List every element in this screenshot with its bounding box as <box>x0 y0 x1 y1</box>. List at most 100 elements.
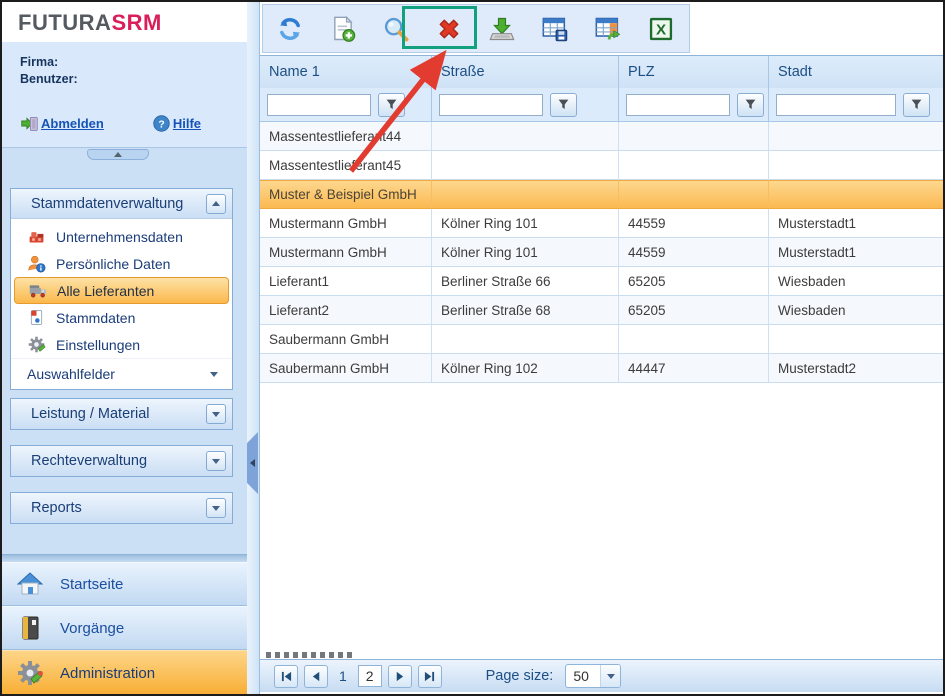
panel-header-stammdatenverwaltung[interactable]: Stammdatenverwaltung <box>11 189 232 219</box>
nav-item-administration[interactable]: Administration <box>2 650 247 696</box>
cell-stadt[interactable]: Wiesbaden <box>769 267 945 296</box>
cell-strasse[interactable] <box>432 180 619 209</box>
cell-plz[interactable]: 44447 <box>619 354 769 383</box>
cell-name1[interactable]: Saubermann GmbH <box>260 354 432 383</box>
sidebar-item-persoenliche-daten[interactable]: Persönliche Daten <box>11 250 232 277</box>
help-link-label[interactable]: Hilfe <box>173 116 201 131</box>
cell-strasse[interactable]: Kölner Ring 101 <box>432 209 619 238</box>
cell-name1[interactable]: Lieferant1 <box>260 267 432 296</box>
logout-link-label[interactable]: Abmelden <box>41 116 104 131</box>
excel-export-button[interactable]: X <box>642 9 680 49</box>
filter-button-stadt[interactable] <box>903 93 930 117</box>
sidebar-item-stammdaten[interactable]: Stammdaten <box>11 304 232 331</box>
cell-plz[interactable] <box>619 151 769 180</box>
refresh-button[interactable] <box>271 9 309 49</box>
cell-strasse[interactable] <box>432 325 619 354</box>
cell-stadt[interactable]: Musterstadt1 <box>769 238 945 267</box>
filter-input-name1[interactable] <box>267 94 371 116</box>
filter-input-strasse[interactable] <box>439 94 543 116</box>
table-row[interactable]: Massentestlieferant45 <box>260 151 945 180</box>
panel-collapse-button[interactable] <box>206 194 226 214</box>
cell-strasse[interactable] <box>432 151 619 180</box>
page-size-dropdown[interactable]: 50 <box>565 664 621 688</box>
cell-name1[interactable]: Mustermann GmbH <box>260 238 432 267</box>
cell-plz[interactable]: 65205 <box>619 296 769 325</box>
cell-strasse[interactable] <box>432 122 619 151</box>
cell-plz[interactable] <box>619 122 769 151</box>
cell-strasse[interactable]: Berliner Straße 68 <box>432 296 619 325</box>
grid-header-row: Name 1 Straße PLZ Stadt <box>260 55 945 88</box>
cell-stadt[interactable] <box>769 151 945 180</box>
cell-plz[interactable] <box>619 325 769 354</box>
last-page-button[interactable] <box>418 665 442 688</box>
filter-cell-plz <box>619 88 769 121</box>
cell-strasse[interactable]: Berliner Straße 66 <box>432 267 619 296</box>
grid-export-button[interactable] <box>589 9 627 49</box>
logout-link[interactable]: Abmelden <box>20 114 104 133</box>
cell-plz[interactable]: 65205 <box>619 267 769 296</box>
cell-stadt[interactable] <box>769 180 945 209</box>
splitter-collapse-handle[interactable] <box>247 432 258 494</box>
filter-input-plz[interactable] <box>626 94 730 116</box>
sidebar-item-einstellungen[interactable]: Einstellungen <box>11 331 232 358</box>
filter-input-stadt[interactable] <box>776 94 896 116</box>
cell-plz[interactable] <box>619 180 769 209</box>
cell-name1[interactable]: Muster & Beispiel GmbH <box>260 180 432 209</box>
new-document-button[interactable] <box>324 9 362 49</box>
grid-save-button[interactable] <box>536 9 574 49</box>
table-row[interactable]: Massentestlieferant44 <box>260 122 945 151</box>
panel-expand-button[interactable] <box>206 451 226 471</box>
cell-stadt[interactable] <box>769 122 945 151</box>
column-header-name1[interactable]: Name 1 <box>260 56 432 88</box>
cell-name1[interactable]: Massentestlieferant44 <box>260 122 432 151</box>
cell-stadt[interactable]: Wiesbaden <box>769 296 945 325</box>
nav-item-startseite[interactable]: Startseite <box>2 562 247 606</box>
sidebar-item-auswahlfelder[interactable]: Auswahlfelder <box>11 358 232 389</box>
sidebar-item-unternehmensdaten[interactable]: Unternehmensdaten <box>11 223 232 250</box>
cell-name1[interactable]: Mustermann GmbH <box>260 209 432 238</box>
search-icon <box>382 15 410 43</box>
cell-stadt[interactable]: Musterstadt1 <box>769 209 945 238</box>
panel-header-rechteverwaltung[interactable]: Rechteverwaltung <box>11 446 232 476</box>
table-row[interactable]: Saubermann GmbH <box>260 325 945 354</box>
sidebar-collapse-tab[interactable] <box>87 149 149 160</box>
cell-strasse[interactable]: Kölner Ring 102 <box>432 354 619 383</box>
help-link[interactable]: ? Hilfe <box>152 114 201 133</box>
column-header-stadt[interactable]: Stadt <box>769 56 945 88</box>
table-row[interactable]: Mustermann GmbH Kölner Ring 101 44559 Mu… <box>260 238 945 267</box>
table-row[interactable]: Saubermann GmbH Kölner Ring 102 44447 Mu… <box>260 354 945 383</box>
next-page-button[interactable] <box>388 665 412 688</box>
cell-plz[interactable]: 44559 <box>619 209 769 238</box>
import-button[interactable] <box>483 9 521 49</box>
cell-stadt[interactable]: Musterstadt2 <box>769 354 945 383</box>
nav-item-vorgaenge[interactable]: Vorgänge <box>2 606 247 650</box>
sidebar-item-label: Persönliche Daten <box>56 256 170 272</box>
panel-header-leistung-material[interactable]: Leistung / Material <box>11 399 232 429</box>
panel-expand-button[interactable] <box>206 498 226 518</box>
table-row[interactable]: Lieferant2 Berliner Straße 68 65205 Wies… <box>260 296 945 325</box>
panel-header-reports[interactable]: Reports <box>11 493 232 523</box>
cell-name1[interactable]: Lieferant2 <box>260 296 432 325</box>
filter-button-strasse[interactable] <box>550 93 577 117</box>
table-row-selected[interactable]: Muster & Beispiel GmbH <box>260 180 945 209</box>
column-header-plz[interactable]: PLZ <box>619 56 769 88</box>
filter-button-plz[interactable] <box>737 93 764 117</box>
table-row[interactable]: Mustermann GmbH Kölner Ring 101 44559 Mu… <box>260 209 945 238</box>
filter-button-name1[interactable] <box>378 93 405 117</box>
column-header-strasse[interactable]: Straße <box>432 56 619 88</box>
page-number-1[interactable]: 1 <box>334 668 352 684</box>
sidebar-item-alle-lieferanten[interactable]: Alle Lieferanten <box>14 277 229 304</box>
prev-page-button[interactable] <box>304 665 328 688</box>
clipped-row-remnant <box>266 652 354 658</box>
cell-name1[interactable]: Saubermann GmbH <box>260 325 432 354</box>
cell-strasse[interactable]: Kölner Ring 101 <box>432 238 619 267</box>
cell-plz[interactable]: 44559 <box>619 238 769 267</box>
delete-button[interactable] <box>430 9 468 49</box>
cell-stadt[interactable] <box>769 325 945 354</box>
panel-expand-button[interactable] <box>206 404 226 424</box>
table-row[interactable]: Lieferant1 Berliner Straße 66 65205 Wies… <box>260 267 945 296</box>
first-page-button[interactable] <box>274 665 298 688</box>
cell-name1[interactable]: Massentestlieferant45 <box>260 151 432 180</box>
sidebar-splitter[interactable] <box>247 2 260 694</box>
search-button[interactable] <box>377 9 415 49</box>
